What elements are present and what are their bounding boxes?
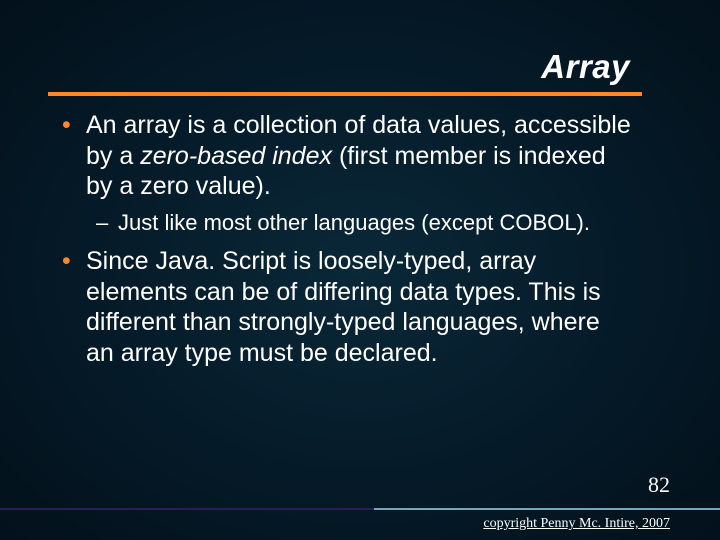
bullet-text-pre: Since Java. Script is loosely-typed, arr… [86,247,601,367]
footer-divider-dark [0,508,374,510]
sub-bullet-item: Just like most other languages (except C… [86,210,632,237]
bullet-text-emph: zero-based index [140,142,332,170]
sub-bullet-text: Just like most other languages (except C… [118,210,590,235]
sub-bullet-list: Just like most other languages (except C… [86,210,632,237]
title-underline [48,92,642,96]
footer-divider [0,508,720,510]
slide: Array An array is a collection of data v… [0,0,720,540]
bullet-item: Since Java. Script is loosely-typed, arr… [56,246,632,368]
slide-content: An array is a collection of data values,… [48,110,672,368]
copyright-text: copyright Penny Mc. Intire, 2007 [483,516,670,532]
bullet-list: An array is a collection of data values,… [56,110,632,368]
slide-title: Array [48,48,630,86]
bullet-item: An array is a collection of data values,… [56,110,632,236]
page-number: 82 [648,472,670,498]
footer-divider-light [374,508,720,510]
title-wrap: Array [48,48,672,86]
